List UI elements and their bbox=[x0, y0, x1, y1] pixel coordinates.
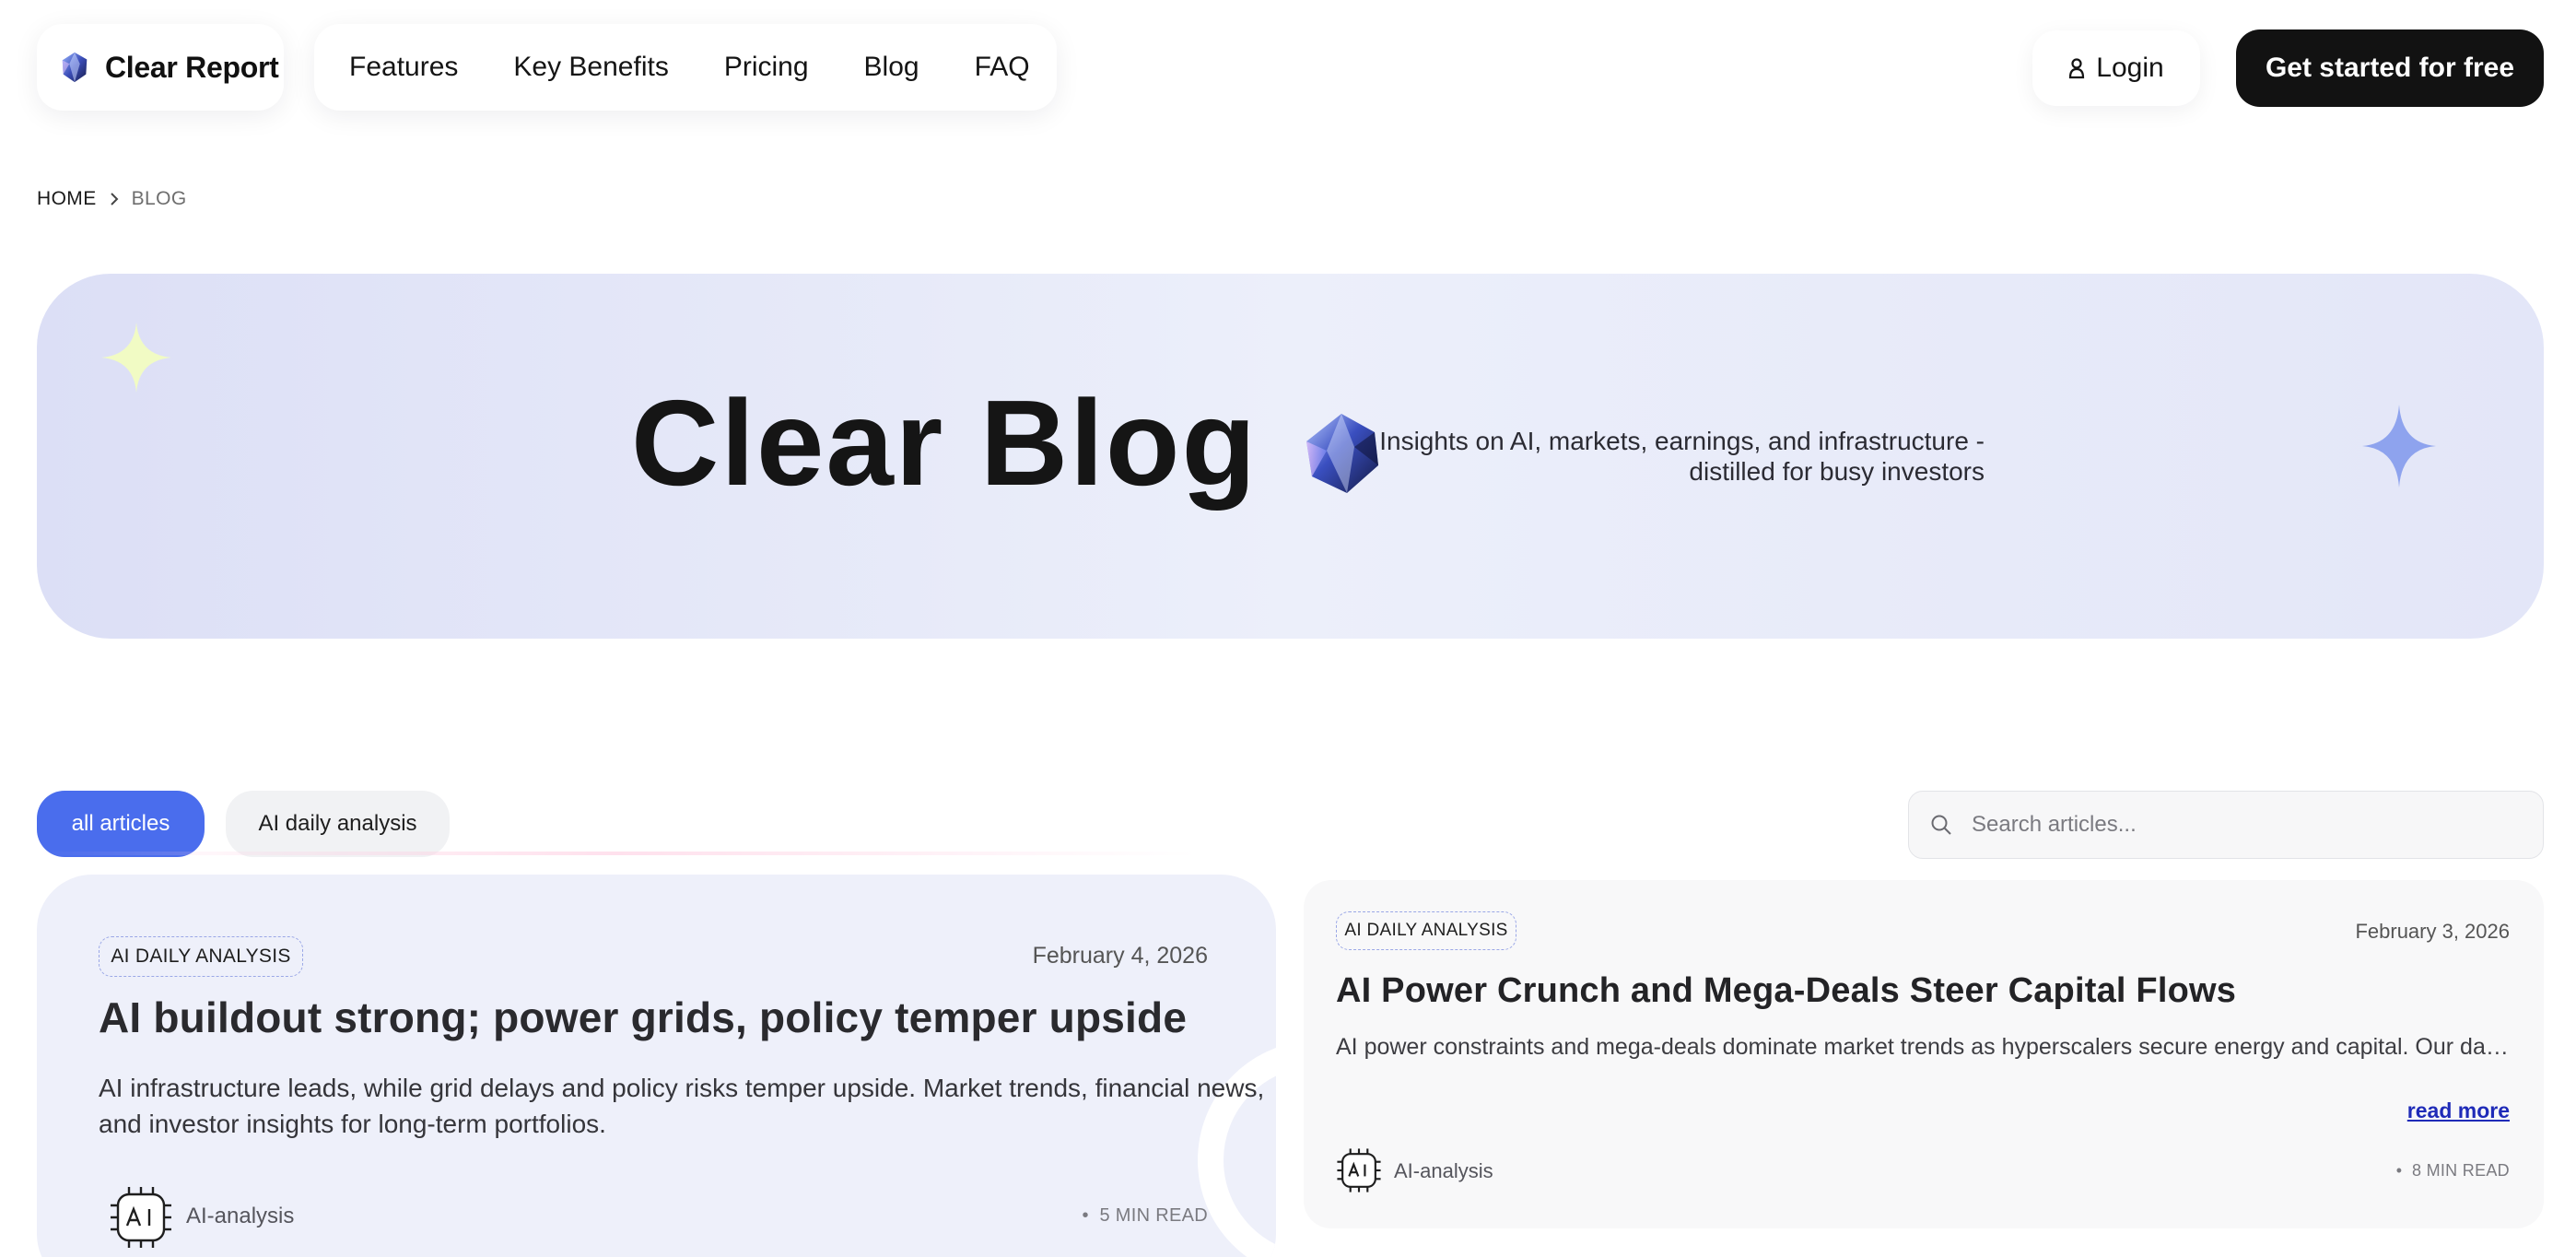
nav-faq[interactable]: FAQ bbox=[975, 52, 1030, 83]
breadcrumb: HOME BLOG bbox=[37, 188, 187, 210]
search-input[interactable] bbox=[1972, 812, 2524, 838]
ai-chip-icon bbox=[111, 1187, 171, 1248]
main-nav: Features Key Benefits Pricing Blog FAQ bbox=[314, 24, 1057, 111]
breadcrumb-home[interactable]: HOME bbox=[37, 188, 97, 210]
hero-subtitle: Insights on AI, markets, earnings, and i… bbox=[1379, 427, 1985, 486]
article-read-time: • 5 MIN READ bbox=[1082, 1205, 1208, 1226]
login-button[interactable]: Login bbox=[2032, 30, 2200, 106]
filter-ai-daily-analysis[interactable]: AI daily analysis bbox=[226, 791, 450, 857]
user-icon bbox=[2069, 58, 2085, 79]
login-label: Login bbox=[2096, 53, 2164, 83]
article-tag[interactable]: AI DAILY ANALYSIS bbox=[1336, 911, 1516, 950]
sparkle-icon bbox=[101, 323, 171, 393]
brand-name: Clear Report bbox=[105, 50, 279, 84]
page-title: Clear Blog bbox=[631, 375, 1259, 511]
read-time-value: 5 MIN READ bbox=[1099, 1205, 1208, 1226]
nav-pricing[interactable]: Pricing bbox=[724, 52, 809, 83]
article-date: February 3, 2026 bbox=[2355, 920, 2510, 943]
ai-chip-icon bbox=[1337, 1148, 1381, 1192]
sparkle-icon bbox=[2362, 405, 2436, 488]
get-started-button[interactable]: Get started for free bbox=[2236, 29, 2544, 107]
brand-logo[interactable]: Clear Report bbox=[37, 24, 284, 111]
nav-blog[interactable]: Blog bbox=[864, 52, 919, 83]
search-icon bbox=[1931, 815, 1951, 835]
article-author[interactable]: AI-analysis bbox=[1394, 1159, 1493, 1183]
article-author[interactable]: AI-analysis bbox=[186, 1204, 294, 1229]
featured-accent-line bbox=[37, 852, 1198, 855]
breadcrumb-current: BLOG bbox=[131, 188, 187, 209]
nav-key-benefits[interactable]: Key Benefits bbox=[513, 52, 668, 83]
search-box[interactable] bbox=[1908, 791, 2544, 859]
nav-features[interactable]: Features bbox=[349, 52, 458, 83]
article-excerpt: AI power constraints and mega-deals domi… bbox=[1336, 1034, 2511, 1060]
filter-all-articles[interactable]: all articles bbox=[37, 791, 205, 857]
article-card[interactable]: AI DAILY ANALYSIS February 3, 2026 AI Po… bbox=[1304, 880, 2544, 1228]
article-title[interactable]: AI buildout strong; power grids, policy … bbox=[99, 993, 1187, 1042]
hero-banner: Clear Blog Insights on AI, markets, earn… bbox=[37, 274, 2544, 639]
read-time-value: 8 MIN READ bbox=[2411, 1161, 2510, 1180]
article-read-time: • 8 MIN READ bbox=[2395, 1161, 2510, 1180]
gem-logo-icon bbox=[62, 52, 88, 83]
article-card-featured[interactable]: AI DAILY ANALYSIS February 4, 2026 AI bu… bbox=[37, 875, 1276, 1257]
chevron-right-icon bbox=[110, 193, 119, 206]
article-tag[interactable]: AI DAILY ANALYSIS bbox=[99, 936, 303, 977]
article-title[interactable]: AI Power Crunch and Mega-Deals Steer Cap… bbox=[1336, 971, 2236, 1011]
read-more-link[interactable]: read more bbox=[2407, 1098, 2510, 1123]
article-excerpt: AI infrastructure leads, while grid dela… bbox=[99, 1074, 1265, 1138]
article-date: February 4, 2026 bbox=[1032, 943, 1208, 969]
